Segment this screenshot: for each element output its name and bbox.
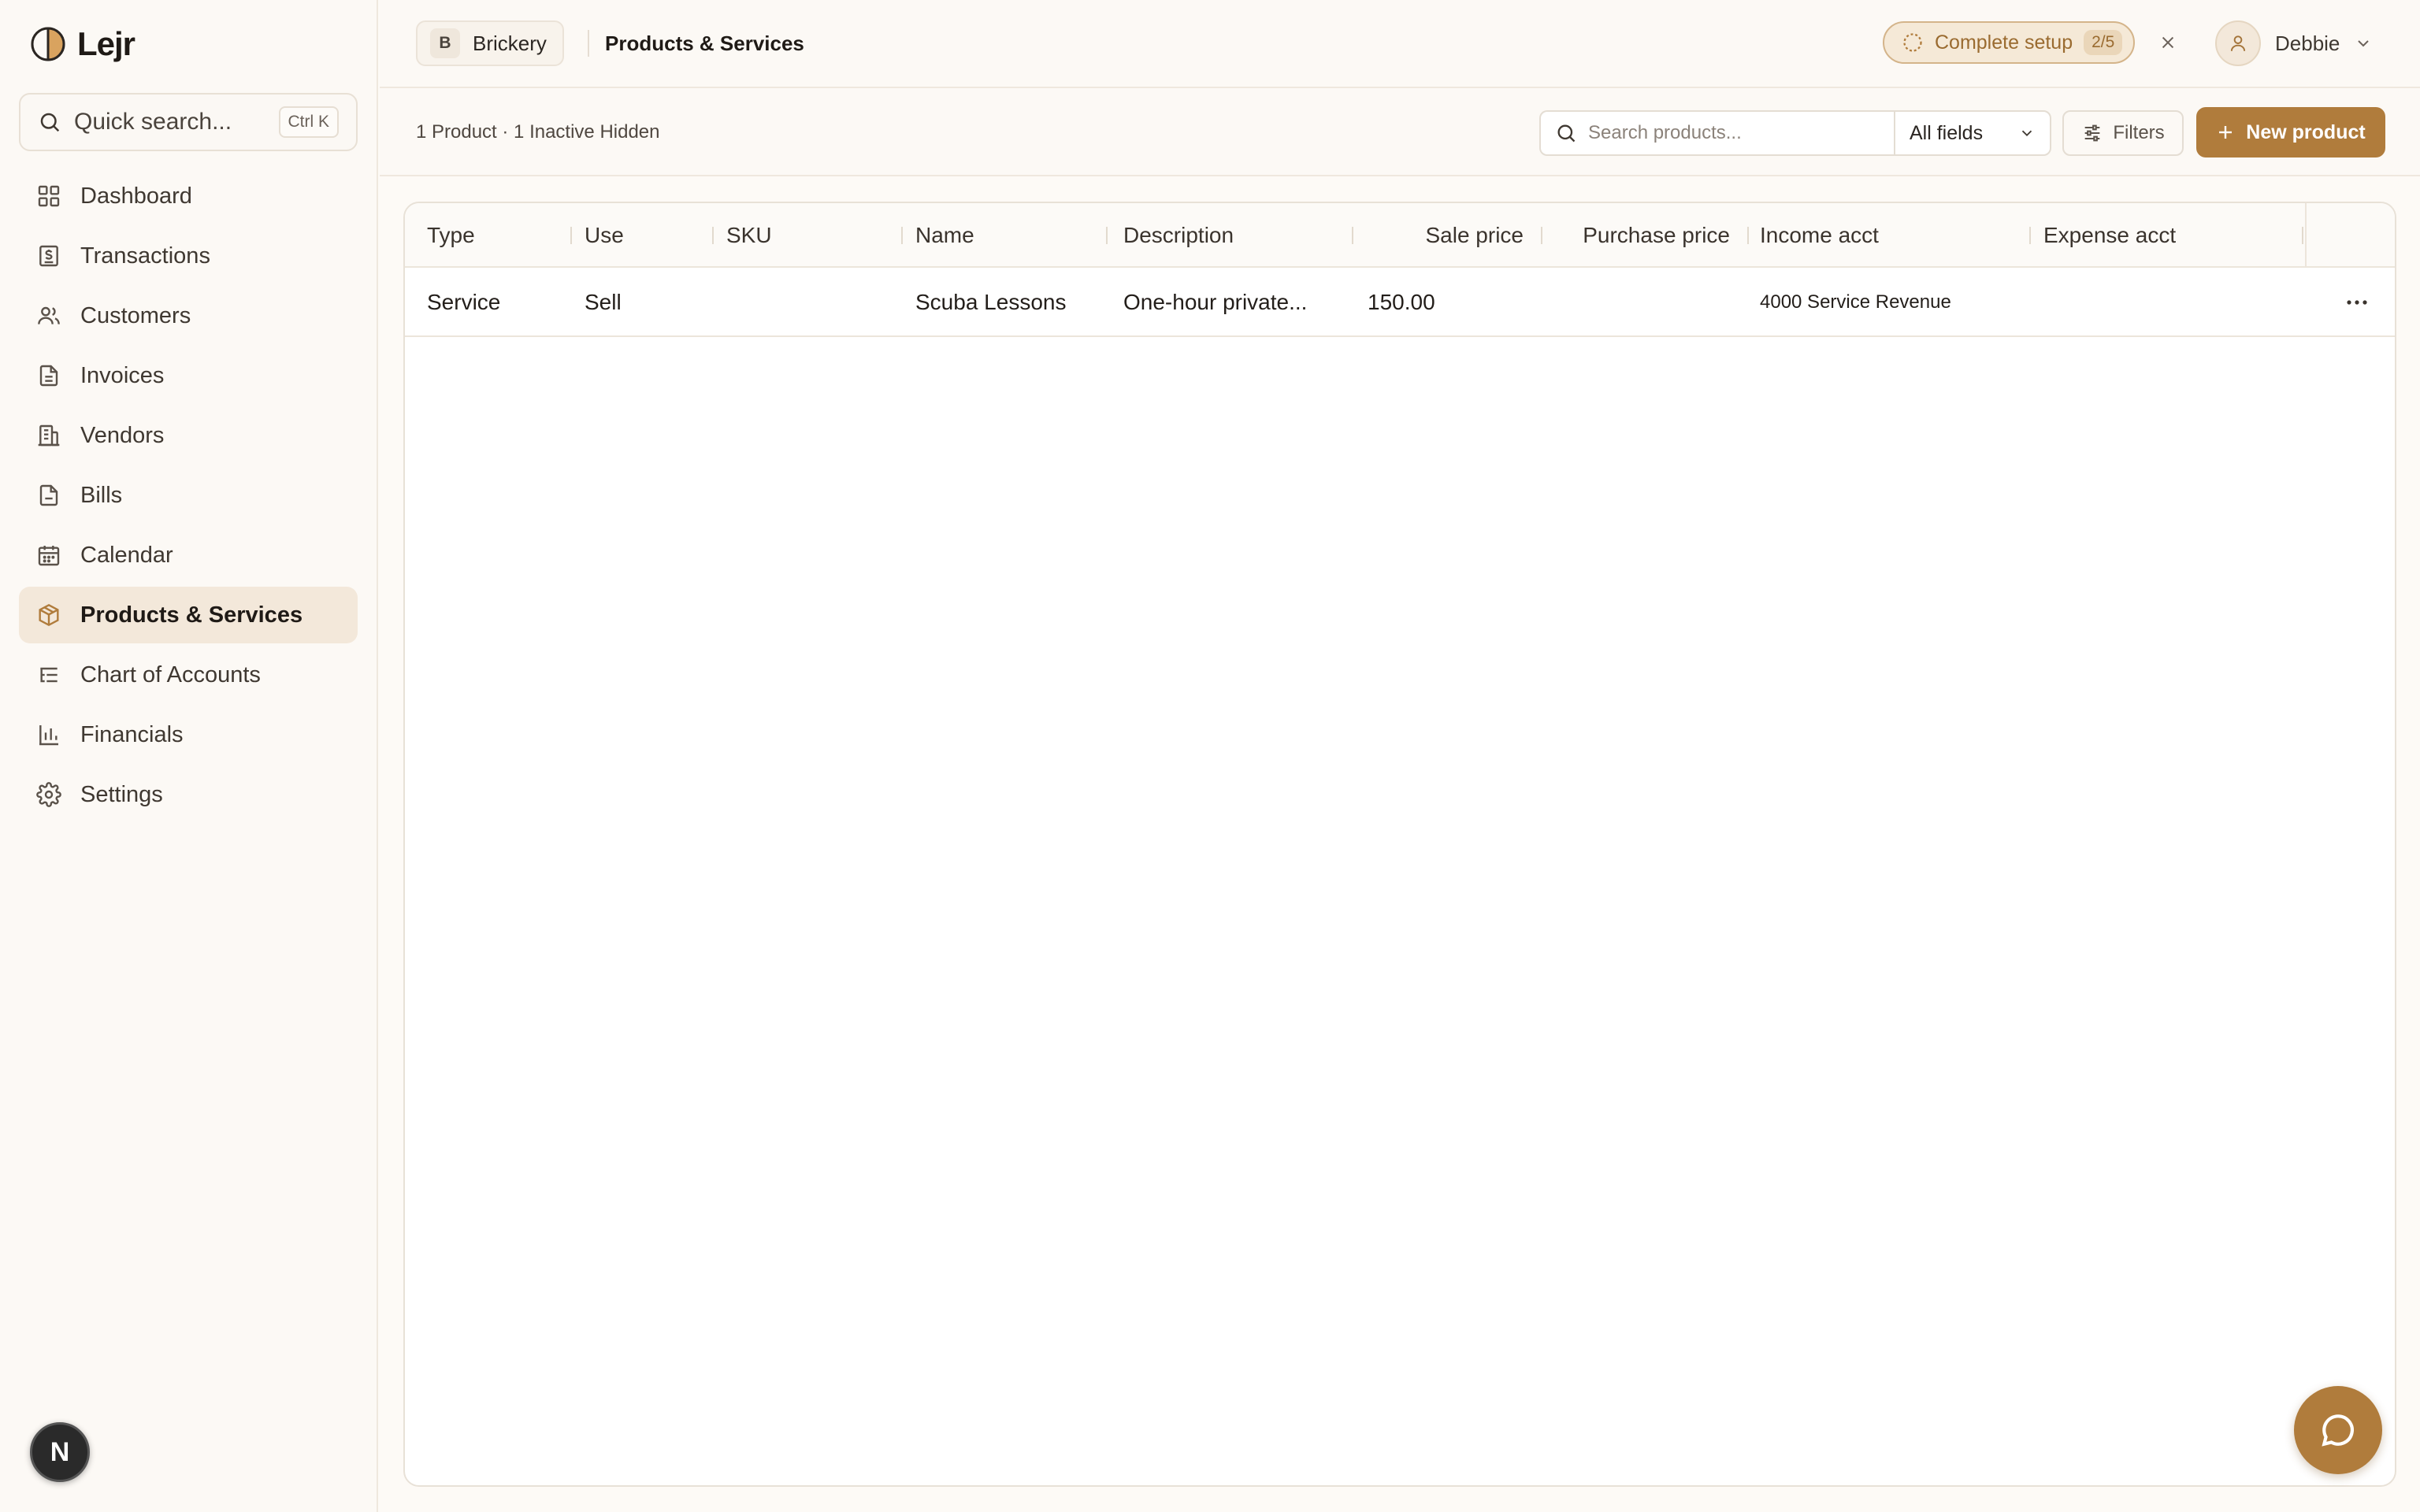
sidebar-item-financials[interactable]: Financials xyxy=(19,706,358,763)
chevron-down-icon xyxy=(2021,130,2032,137)
chevron-down-icon xyxy=(2358,40,2370,47)
sidebar-item-label: Customers xyxy=(80,302,191,328)
progress-circle-icon xyxy=(1903,33,1922,52)
sidebar-item-label: Bills xyxy=(80,482,123,508)
chat-support-button[interactable] xyxy=(2294,1386,2382,1474)
search-icon xyxy=(40,113,60,132)
workspace-name: Brickery xyxy=(473,31,547,55)
complete-setup-button[interactable]: Complete setup 2/5 xyxy=(1883,21,2136,64)
dismiss-setup-button[interactable] xyxy=(2154,28,2182,57)
sidebar-item-label: Calendar xyxy=(80,542,173,568)
close-icon xyxy=(2162,36,2174,49)
user-icon xyxy=(2230,35,2246,51)
selected-field: All fields xyxy=(1910,121,1984,144)
sidebar-item-vendors[interactable]: Vendors xyxy=(19,407,358,464)
sidebar-item-label: Products & Services xyxy=(80,602,303,628)
cell-use: Sell xyxy=(585,290,622,314)
column-header-description[interactable]: Description xyxy=(1123,203,1353,268)
shortcut-badge: Ctrl K xyxy=(278,106,339,138)
sidebar-item-invoices[interactable]: Invoices xyxy=(19,347,358,404)
grid-icon xyxy=(38,185,60,207)
package-icon xyxy=(39,603,59,627)
workspace-switcher[interactable]: B Brickery xyxy=(416,20,564,66)
cell-description: One-hour private... xyxy=(1123,290,1308,314)
column-header-sale-price[interactable]: Sale price xyxy=(1369,203,1542,268)
file-icon xyxy=(39,484,58,506)
actions-column-divider xyxy=(2305,203,2307,268)
sidebar-item-label: Vendors xyxy=(80,422,165,448)
calendar-icon xyxy=(38,546,60,566)
column-header-type[interactable]: Type xyxy=(427,203,572,268)
breadcrumb-divider xyxy=(588,30,589,57)
new-product-button[interactable]: New product xyxy=(2196,107,2385,158)
dev-tools-badge[interactable]: N xyxy=(30,1422,90,1482)
sidebar-item-settings[interactable]: Settings xyxy=(19,766,358,823)
gear-icon xyxy=(36,782,61,807)
search-input[interactable] xyxy=(1588,122,1872,144)
workspace-avatar: B xyxy=(430,28,460,58)
column-header-name[interactable]: Name xyxy=(915,203,1108,268)
breadcrumb-current: Products & Services xyxy=(605,32,804,55)
app-name: Lejr xyxy=(77,25,135,62)
column-header-purchase-price[interactable]: Purchase price xyxy=(1555,203,1749,268)
cell-income-acct: 4000 Service Revenue xyxy=(1760,291,1951,313)
sidebar-item-label: Chart of Accounts xyxy=(80,662,261,687)
new-product-label: New product xyxy=(2246,120,2366,143)
avatar xyxy=(2215,20,2261,66)
sidebar-item-label: Invoices xyxy=(80,362,165,388)
users-icon xyxy=(38,306,60,324)
column-header-use[interactable]: Use xyxy=(585,203,714,268)
sliders-icon xyxy=(2084,124,2100,142)
sidebar-item-products-services[interactable]: Products & Services xyxy=(19,587,358,643)
sidebar-item-label: Financials xyxy=(80,721,184,747)
top-bar: B Brickery Products & Services Complete … xyxy=(380,0,2420,88)
sidebar-nav: Dashboard Transactions Customers Invoice… xyxy=(19,168,358,826)
receipt-icon xyxy=(39,245,58,267)
more-horizontal-icon xyxy=(2347,300,2367,305)
cell-sale-price: 150.00 xyxy=(1368,290,1435,314)
sidebar-item-chart-of-accounts[interactable]: Chart of Accounts xyxy=(19,647,358,703)
cell-type: Service xyxy=(427,290,501,314)
table-row[interactable]: Service Sell Scuba Lessons One-hour priv… xyxy=(405,268,2395,337)
filters-label: Filters xyxy=(2113,122,2165,143)
sidebar-item-label: Dashboard xyxy=(80,183,192,209)
sidebar-item-label: Settings xyxy=(80,781,163,807)
quick-search-button[interactable]: Quick search... Ctrl K xyxy=(19,93,358,151)
row-actions-button[interactable] xyxy=(2341,288,2373,317)
building-icon xyxy=(38,424,60,447)
product-count-summary: 1 Product · 1 Inactive Hidden xyxy=(416,121,660,143)
bar-chart-icon xyxy=(39,725,58,746)
badge-letter: N xyxy=(50,1436,70,1467)
sidebar-item-transactions[interactable]: Transactions xyxy=(19,228,358,284)
sidebar: Lejr Quick search... Ctrl K Dashboard Tr… xyxy=(0,0,378,1512)
search-field-select[interactable]: All fields xyxy=(1894,110,2051,156)
plus-icon xyxy=(2219,126,2233,139)
column-header-sku[interactable]: SKU xyxy=(726,203,903,268)
list-tree-icon xyxy=(40,667,58,683)
sidebar-item-customers[interactable]: Customers xyxy=(19,287,358,344)
message-circle-icon xyxy=(2322,1414,2354,1447)
column-header-income-acct[interactable]: Income acct xyxy=(1760,203,2031,268)
setup-progress-badge: 2/5 xyxy=(2084,30,2123,55)
app-logo[interactable]: Lejr xyxy=(30,24,135,65)
sidebar-item-dashboard[interactable]: Dashboard xyxy=(19,168,358,224)
setup-label: Complete setup xyxy=(1935,31,2073,54)
quick-search-label: Quick search... xyxy=(74,109,232,135)
products-table: Type Use SKU Name Description Sale price… xyxy=(403,202,2396,1487)
user-name: Debbie xyxy=(2275,31,2340,55)
table-header: Type Use SKU Name Description Sale price… xyxy=(405,203,2395,268)
search-icon xyxy=(1557,124,1576,143)
sidebar-item-bills[interactable]: Bills xyxy=(19,467,358,524)
cell-name: Scuba Lessons xyxy=(915,290,1067,314)
sidebar-item-calendar[interactable]: Calendar xyxy=(19,527,358,584)
column-header-expense-acct[interactable]: Expense acct xyxy=(2043,203,2303,268)
user-menu[interactable]: Debbie xyxy=(2215,19,2373,68)
file-text-icon xyxy=(39,365,58,387)
product-search[interactable] xyxy=(1539,110,1897,156)
filters-button[interactable]: Filters xyxy=(2062,110,2184,156)
sidebar-item-label: Transactions xyxy=(80,243,210,269)
list-toolbar: 1 Product · 1 Inactive Hidden All fields… xyxy=(380,88,2420,176)
logo-icon xyxy=(31,27,65,61)
